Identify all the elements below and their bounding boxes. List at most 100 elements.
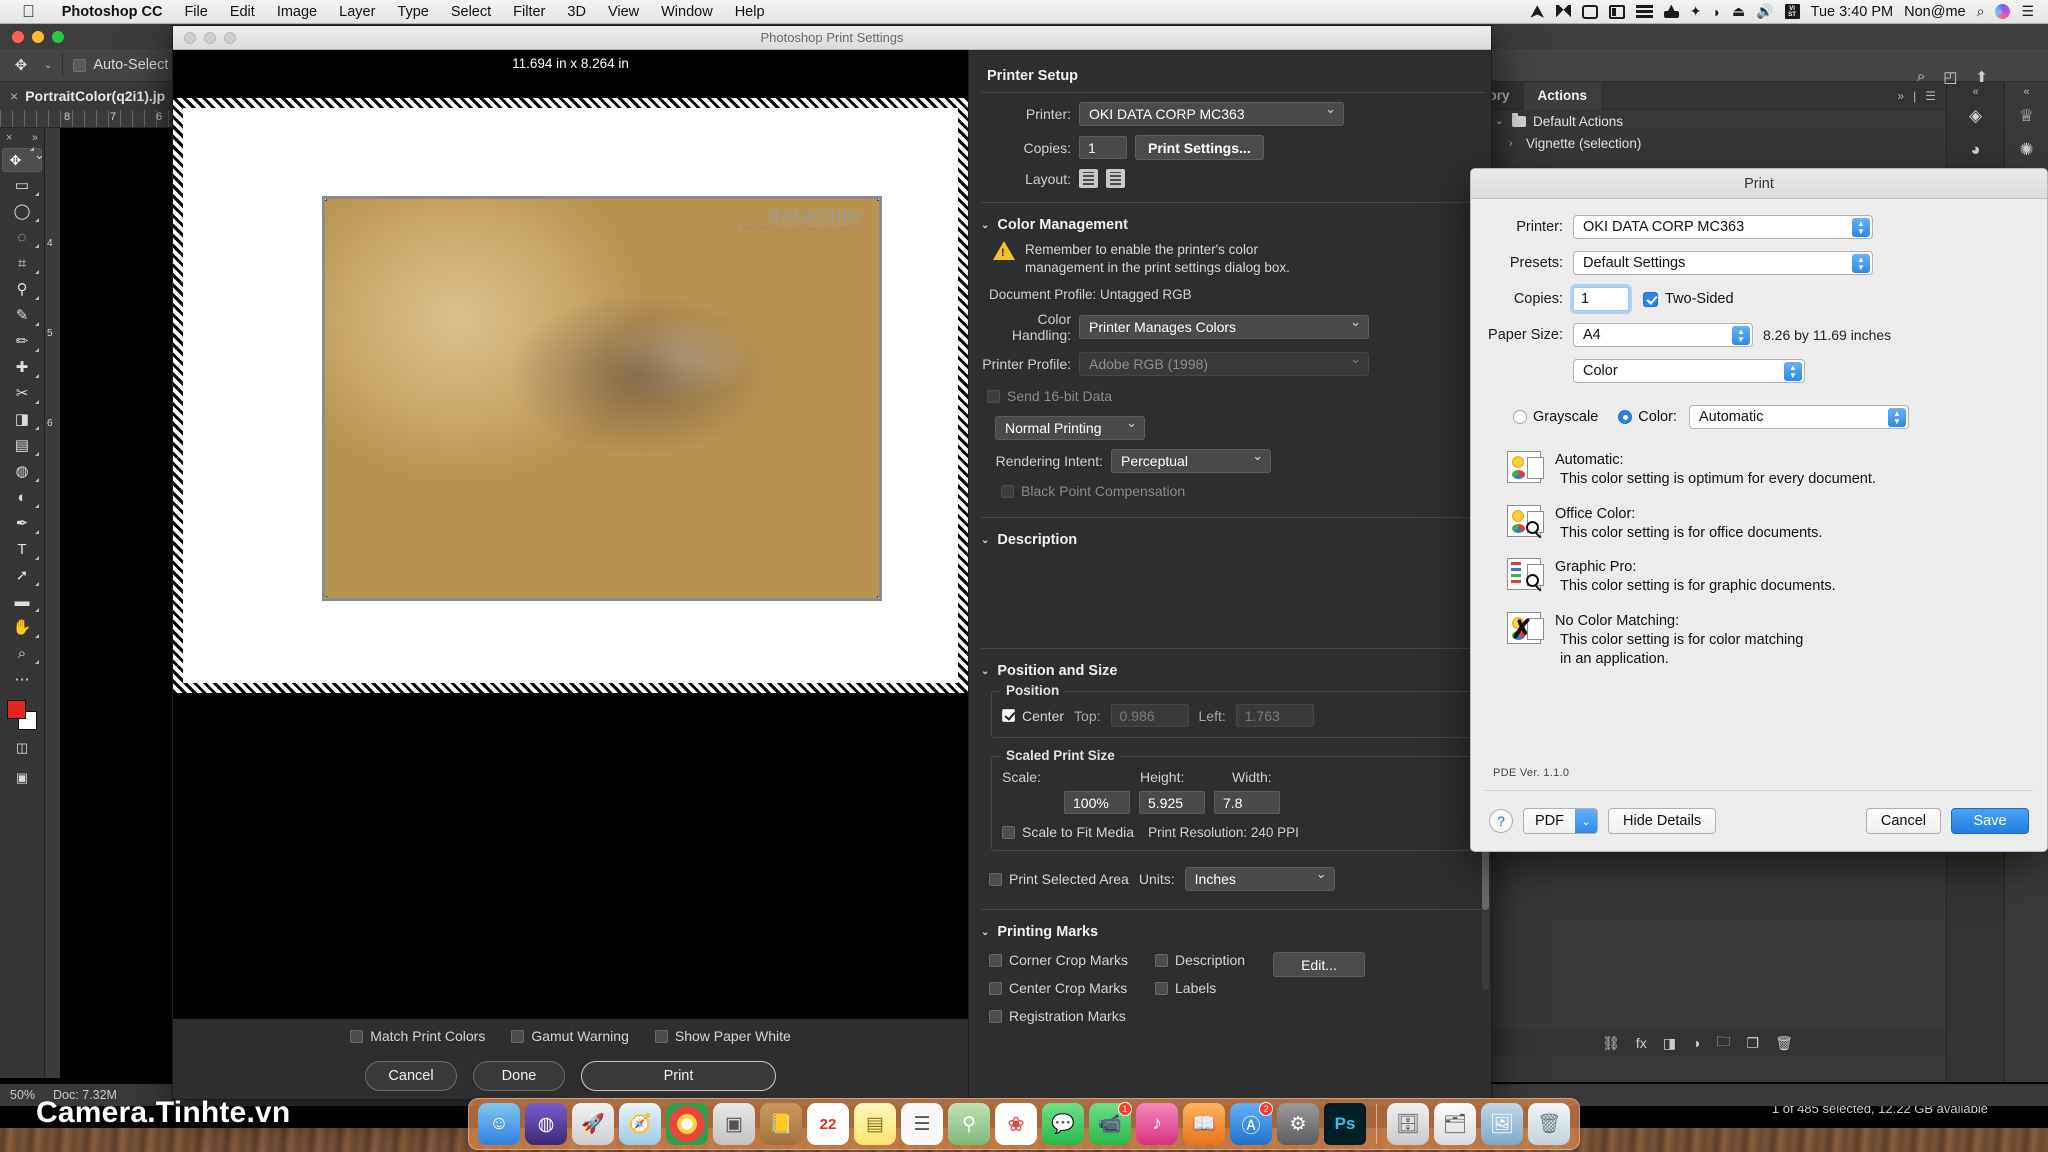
position-size-section-title[interactable]: ⌄ Position and Size — [981, 663, 1485, 679]
width-input[interactable]: 7.8 — [1214, 791, 1280, 815]
description-mark-option[interactable]: Description — [1155, 952, 1259, 968]
brush-preset-icon[interactable]: ♕ — [2019, 106, 2034, 126]
print-button[interactable]: Print — [581, 1061, 776, 1091]
tool-eyedropper[interactable]: ⚲ — [2, 276, 42, 302]
bluetooth-icon[interactable]: ✦ — [1690, 3, 1702, 20]
presets-select[interactable]: Default Settings ▲ ▼ — [1573, 251, 1873, 275]
dock-item-messages[interactable]: 💬 — [1042, 1103, 1084, 1145]
gamut-warning-option[interactable]: Gamut Warning — [511, 1028, 629, 1044]
color-radio[interactable] — [1618, 410, 1633, 424]
search-icon[interactable]: ⌕ — [1917, 68, 1925, 86]
menu-bar-user[interactable]: Non@me — [1904, 4, 1965, 20]
minimize-window-button[interactable] — [32, 31, 44, 43]
printer-select[interactable]: OKI DATA CORP MC363 — [1079, 101, 1344, 126]
resize-handle-bottom-left[interactable] — [325, 596, 327, 598]
tool-hand[interactable]: ✋ — [2, 614, 42, 640]
show-paper-white-checkbox[interactable] — [654, 1029, 668, 1043]
landscape-layout-icon[interactable] — [1106, 169, 1125, 188]
description-mark-checkbox[interactable] — [1155, 953, 1168, 967]
siri-icon[interactable] — [1995, 4, 2011, 19]
auto-select-option[interactable]: Auto-Select — [73, 57, 168, 73]
dock-item-reminders[interactable]: ☰ — [901, 1103, 943, 1145]
settings-icon[interactable]: ✺ — [2019, 140, 2033, 160]
resize-handle-top-right[interactable] — [877, 199, 879, 201]
chevron-down-icon[interactable]: ⌄ — [981, 220, 989, 231]
chevron-down-icon[interactable]: ⌄ — [44, 60, 52, 71]
panel-menu-icon[interactable]: ☰ — [1925, 89, 1936, 103]
eject-icon[interactable]: ⏏ — [1732, 3, 1745, 20]
chevron-down-icon[interactable]: ⌄ — [1495, 116, 1505, 127]
dock-item-documents-stack[interactable]: 🗂 — [1434, 1103, 1476, 1145]
zoom-level[interactable]: 50% — [10, 1088, 35, 1102]
action-row[interactable]: ✓ ⌄ Default Actions — [1449, 110, 1946, 132]
corner-crop-marks-checkbox[interactable] — [989, 953, 1002, 967]
tool-move[interactable]: ✥ — [2, 147, 42, 172]
print-selected-area-checkbox[interactable] — [989, 872, 1002, 886]
fx-icon[interactable]: fx — [1636, 1035, 1647, 1051]
spotlight-search-icon[interactable]: ⌕ — [1977, 3, 1985, 20]
registration-marks-option[interactable]: Registration Marks — [989, 1008, 1141, 1024]
chevron-right-icon[interactable]: › — [1509, 138, 1519, 149]
paper-size-select[interactable]: A4 ▲ ▼ — [1573, 323, 1753, 347]
dock-item-downloads-stack[interactable]: 🗄 — [1387, 1103, 1429, 1145]
chevron-down-icon[interactable]: ⌄ — [981, 535, 989, 546]
resize-handle-bottom-right[interactable] — [877, 596, 879, 598]
tool-dodge[interactable]: ◐ — [2, 484, 42, 510]
link-icon[interactable]: ⛓ — [1602, 1035, 1620, 1052]
dock-item-launchpad[interactable]: 🚀 — [572, 1103, 614, 1145]
share-icon[interactable]: ⬆ — [1975, 68, 1988, 86]
layers-icon[interactable]: ◈ — [1969, 106, 1982, 126]
menu-image[interactable]: Image — [266, 4, 328, 20]
tool-more[interactable]: ⋯ — [2, 666, 42, 692]
dock-item-itunes[interactable]: ♪ — [1136, 1103, 1178, 1145]
stepper-icon[interactable]: ▲ ▼ — [1852, 254, 1870, 273]
units-select[interactable]: Inches — [1184, 866, 1335, 892]
apple-icon[interactable]:  — [0, 3, 51, 20]
dock-item-facetime[interactable]: 📹 1 — [1089, 1102, 1132, 1145]
stepper-icon[interactable]: ▲ ▼ — [1852, 218, 1870, 237]
new-layer-icon[interactable]: ❐ — [1747, 1035, 1760, 1052]
tool-shape[interactable]: ▬ — [2, 588, 42, 614]
menu-3d[interactable]: 3D — [556, 4, 597, 20]
dock-item-app-store[interactable]: Ⓐ 2 — [1230, 1102, 1273, 1145]
printing-marks-section-title[interactable]: ⌄ Printing Marks — [981, 924, 1485, 940]
match-print-colors-checkbox[interactable] — [350, 1029, 364, 1043]
tool-lasso[interactable]: ◯ — [2, 198, 42, 224]
center-crop-marks-checkbox[interactable] — [989, 981, 1002, 995]
stepper-icon[interactable]: ▲ ▼ — [1732, 326, 1750, 345]
delete-icon[interactable]: 🗑 — [1775, 1035, 1793, 1052]
color-handling-select[interactable]: Printer Manages Colors — [1079, 314, 1369, 340]
quick-mask-toggle[interactable]: ◫ — [2, 736, 42, 760]
dock-item-pictures-stack[interactable]: 🖼 — [1481, 1103, 1523, 1145]
menu-layer[interactable]: Layer — [328, 4, 386, 20]
adjustment-icon[interactable]: ◑ — [1692, 1035, 1700, 1051]
two-sided-checkbox[interactable] — [1643, 291, 1658, 307]
dock-item-trash[interactable]: 🗑 — [1528, 1103, 1570, 1145]
dock-item-notes[interactable]: ▤ — [854, 1103, 896, 1145]
two-sided-option[interactable]: Two-Sided — [1643, 291, 1734, 307]
printer-select[interactable]: OKI DATA CORP MC363 ▲ ▼ — [1573, 215, 1873, 239]
volume-icon[interactable]: 🔊 — [1756, 3, 1773, 20]
printing-mode-select[interactable]: Normal Printing — [995, 415, 1145, 441]
cancel-button[interactable]: Cancel — [365, 1061, 457, 1091]
dock-item-calendar[interactable]: 22 — [807, 1103, 849, 1145]
corner-crop-marks-option[interactable]: Corner Crop Marks — [989, 952, 1141, 968]
menu-bar-clock[interactable]: Tue 3:40 PM — [1811, 4, 1893, 20]
save-button[interactable]: Save — [1951, 808, 2029, 834]
panel-expand-icon[interactable]: » — [1897, 89, 1904, 103]
edit-marks-button[interactable]: Edit... — [1273, 952, 1365, 978]
dock-item-photos[interactable]: ❀ — [995, 1103, 1037, 1145]
screen-mode-toggle[interactable]: ▣ — [2, 766, 42, 790]
menu-window[interactable]: Window — [650, 4, 724, 20]
foreground-color-swatch[interactable] — [7, 700, 26, 719]
menu-file[interactable]: File — [173, 4, 218, 20]
menu-photoshop-cc[interactable]: Photoshop CC — [51, 4, 174, 20]
close-icon[interactable]: × — [10, 88, 18, 104]
chevron-down-icon[interactable]: ⌄ — [981, 666, 989, 677]
notification-center-icon[interactable]: ☰ — [2021, 3, 2034, 20]
center-crop-marks-option[interactable]: Center Crop Marks — [989, 980, 1141, 996]
print-pane-select[interactable]: Color ▲ ▼ — [1573, 359, 1805, 383]
labels-mark-checkbox[interactable] — [1155, 981, 1168, 995]
tool-quick-select[interactable]: ◌ — [2, 224, 42, 250]
tool-brush[interactable]: ✏ — [2, 328, 42, 354]
